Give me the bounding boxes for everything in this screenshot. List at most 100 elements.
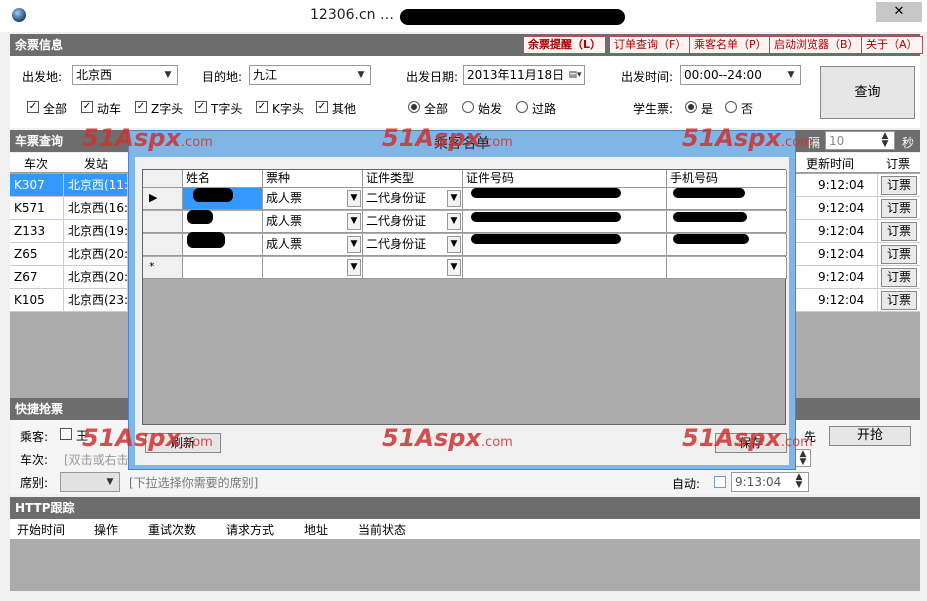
cell-name[interactable] bbox=[183, 257, 263, 279]
chevron-down-icon: ▼ bbox=[106, 477, 114, 487]
column-header: 地址 bbox=[304, 523, 329, 537]
seat-label: 席别: bbox=[20, 476, 49, 490]
radio-station-all[interactable] bbox=[408, 101, 420, 113]
calendar-icon: ▤▾ bbox=[568, 70, 582, 80]
checkbox-emu[interactable]: ✓ bbox=[81, 101, 93, 113]
about-button[interactable]: 关于（A） bbox=[861, 36, 923, 54]
watermark: 51Aspx.com bbox=[382, 424, 513, 452]
checkbox-z[interactable]: ✓ bbox=[135, 101, 147, 113]
redaction-scribble bbox=[187, 232, 225, 248]
from-select[interactable]: 北京西 ▼ bbox=[72, 65, 178, 85]
time-select[interactable]: 00:00--24:00 ▼ bbox=[680, 65, 801, 85]
cell-updated: 9:12:04 bbox=[806, 289, 878, 311]
checkbox-label: Z字头 bbox=[151, 102, 184, 116]
column-header: 更新时间 bbox=[806, 157, 855, 171]
cell-id-type[interactable]: 二代身份证 ▼ bbox=[363, 234, 463, 256]
radio-station-passing[interactable] bbox=[516, 101, 528, 113]
redaction-scribble bbox=[673, 188, 745, 198]
watermark: 51Aspx.com bbox=[82, 124, 213, 152]
new-row[interactable]: * ▼ ▼ bbox=[143, 257, 787, 280]
book-button[interactable]: 订票 bbox=[881, 222, 917, 241]
interval-spinner[interactable]: 10 ▲ ▼ bbox=[825, 131, 895, 150]
row-header-corner bbox=[143, 170, 183, 188]
column-header: 车次 bbox=[24, 157, 49, 171]
auto-checkbox[interactable] bbox=[714, 476, 726, 488]
chevron-down-icon: ▼ bbox=[347, 190, 361, 207]
passenger-label: 乘客: bbox=[20, 430, 49, 444]
cell-updated: 9:12:04 bbox=[806, 197, 878, 219]
checkbox-all[interactable]: ✓ bbox=[27, 101, 39, 113]
seat-hint: [下拉选择你需要的席别] bbox=[129, 476, 259, 490]
book-button[interactable]: 订票 bbox=[881, 291, 917, 310]
book-button[interactable]: 订票 bbox=[881, 268, 917, 287]
chevron-down-icon: ▼ bbox=[347, 259, 361, 276]
row-header bbox=[143, 211, 183, 233]
book-button[interactable]: 订票 bbox=[881, 245, 917, 264]
interval-unit: 秒 bbox=[902, 136, 915, 150]
title-bar: 12306.cn … ✕ bbox=[0, 0, 927, 32]
passenger-list-button[interactable]: 乘客名单（P） bbox=[689, 36, 772, 54]
cell-ticket-type[interactable]: 成人票 ▼ bbox=[263, 188, 363, 210]
radio-station-origin[interactable] bbox=[462, 101, 474, 113]
checkbox-k[interactable]: ✓ bbox=[256, 101, 268, 113]
auto-label: 自动: bbox=[672, 477, 701, 491]
watermark: 51Aspx.com bbox=[82, 424, 213, 452]
dialog-body: 姓名 票种 证件类型 证件号码 手机号码 ▶ 成人票 ▼ 二代身份证 ▼ 成人票 ▼ 二代身份… bbox=[135, 157, 789, 465]
train-input[interactable]: [双击或右击 bbox=[64, 451, 129, 468]
cell-phone[interactable] bbox=[667, 257, 787, 279]
cell-updated: 9:12:04 bbox=[806, 220, 878, 242]
radio-student-no[interactable] bbox=[725, 101, 737, 113]
remaining-alert-button[interactable]: 余票提醒（L） bbox=[523, 36, 607, 54]
student-label: 学生票: bbox=[633, 102, 674, 116]
cell-from: 北京西(16: bbox=[64, 197, 128, 219]
close-button[interactable]: ✕ bbox=[876, 2, 922, 22]
column-header: 手机号码 bbox=[667, 170, 787, 188]
auto-time-spinner[interactable]: 9:13:04 ▲ ▼ bbox=[731, 472, 809, 492]
cell-train: K571 bbox=[10, 197, 64, 219]
to-select[interactable]: 九江 ▼ bbox=[249, 65, 371, 85]
cell-from: 北京西(20: bbox=[64, 243, 128, 265]
column-header: 订票 bbox=[886, 157, 911, 171]
cell-id-number[interactable] bbox=[463, 257, 667, 279]
passenger-checkbox[interactable] bbox=[60, 428, 72, 440]
cell-updated: 9:12:04 bbox=[806, 243, 878, 265]
launch-browser-button[interactable]: 启动浏览器（B） bbox=[769, 36, 864, 54]
cell-train: K105 bbox=[10, 289, 64, 311]
column-header: 票种 bbox=[263, 170, 363, 188]
column-header: 重试次数 bbox=[148, 523, 197, 537]
book-button[interactable]: 订票 bbox=[881, 199, 917, 218]
checkbox-label: K字头 bbox=[272, 102, 304, 116]
start-grab-button[interactable]: 开抢 bbox=[829, 426, 911, 446]
radio-student-yes[interactable] bbox=[685, 101, 697, 113]
column-header: 当前状态 bbox=[358, 523, 407, 537]
cell-id-type[interactable]: ▼ bbox=[363, 257, 463, 279]
window-title: 12306.cn … bbox=[310, 7, 395, 23]
column-header: 操作 bbox=[94, 523, 119, 537]
http-trace-header: 开始时间 操作 重试次数 请求方式 地址 当前状态 bbox=[10, 519, 920, 539]
checkbox-t[interactable]: ✓ bbox=[195, 101, 207, 113]
date-picker[interactable]: 2013年11月18日 ▤▾ bbox=[463, 65, 585, 85]
checkbox-other[interactable]: ✓ bbox=[316, 101, 328, 113]
query-button[interactable]: 查询 bbox=[820, 66, 915, 119]
order-query-button[interactable]: 订单查询（F） bbox=[609, 36, 692, 54]
redaction-scribble bbox=[193, 188, 233, 202]
column-header: 开始时间 bbox=[17, 523, 66, 537]
seat-select[interactable]: ▼ bbox=[60, 472, 120, 492]
passenger-list-dialog: 乘客名单 姓名 票种 证件类型 证件号码 手机号码 ▶ 成人票 ▼ 二代身份证 ▼ 成人票… bbox=[128, 130, 796, 470]
row-header: * bbox=[143, 257, 183, 279]
passenger-grid-header: 姓名 票种 证件类型 证件号码 手机号码 bbox=[143, 170, 787, 188]
cell-ticket-type[interactable]: 成人票 ▼ bbox=[263, 211, 363, 233]
radio-label: 否 bbox=[741, 102, 754, 116]
cell-id-type[interactable]: 二代身份证 ▼ bbox=[363, 211, 463, 233]
passenger-grid: 姓名 票种 证件类型 证件号码 手机号码 ▶ 成人票 ▼ 二代身份证 ▼ 成人票 ▼ 二代身份… bbox=[142, 169, 787, 425]
redaction-scribble bbox=[400, 9, 625, 25]
cell-ticket-type[interactable]: ▼ bbox=[263, 257, 363, 279]
book-button[interactable]: 订票 bbox=[881, 176, 917, 195]
chevron-down-icon: ▼ bbox=[347, 236, 361, 253]
cell-ticket-type[interactable]: 成人票 ▼ bbox=[263, 234, 363, 256]
cell-train: Z65 bbox=[10, 243, 64, 265]
redaction-scribble bbox=[673, 212, 747, 222]
cell-from: 北京西(23: bbox=[64, 289, 128, 311]
column-header: 请求方式 bbox=[226, 523, 275, 537]
cell-id-type[interactable]: 二代身份证 ▼ bbox=[363, 188, 463, 210]
